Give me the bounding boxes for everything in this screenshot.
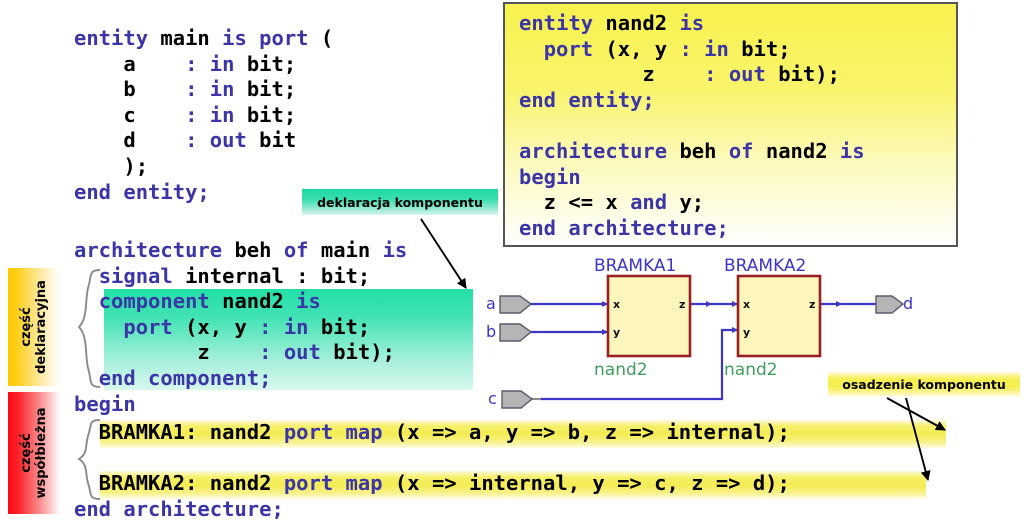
arrow-instantiation-to-bramka2 bbox=[905, 397, 931, 481]
slide-canvas: entity main is port ( a : in bit; b : in… bbox=[0, 0, 1024, 525]
arrow-declaration-to-component bbox=[420, 218, 467, 289]
arrow-instantiation-to-bramka1 bbox=[886, 397, 946, 431]
annotation-arrows bbox=[420, 218, 946, 481]
